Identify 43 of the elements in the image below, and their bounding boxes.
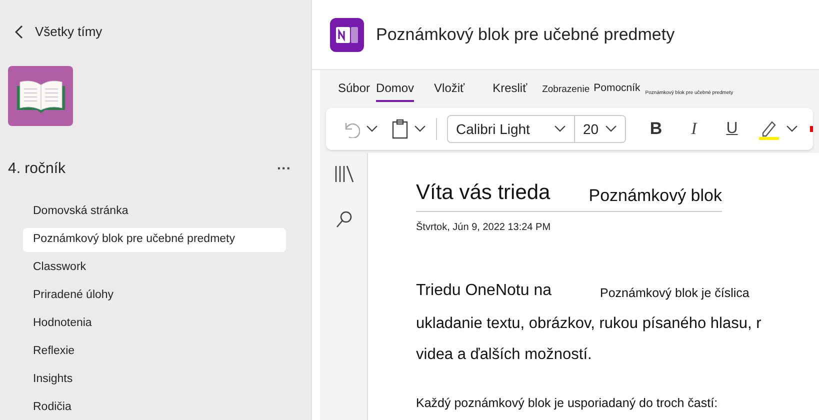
nav-item[interactable]: Priradené úlohy [23, 284, 286, 308]
chevron-down-icon [554, 125, 566, 133]
body-text: Poznámkový blok je číslica [600, 284, 750, 302]
more-button[interactable]: ··· [277, 158, 291, 180]
chevron-down-icon [605, 125, 617, 133]
notebook-app-icon [330, 18, 364, 52]
chevron-down-icon[interactable] [366, 125, 378, 133]
nav-item[interactable]: Domovská stránka [23, 200, 286, 224]
team-name: 4. ročník [8, 158, 66, 178]
nav-item[interactable]: Insights [23, 368, 286, 392]
page-title: Poznámkový blok [588, 185, 722, 207]
ribbon-tab[interactable]: Súbor [338, 79, 370, 102]
library-icon[interactable] [334, 165, 354, 183]
nav-item[interactable]: Hodnotenia [23, 312, 286, 336]
notebook-title: Poznámkový blok pre učebné predmety [376, 24, 675, 46]
body-text: videa a ďalších možností. [416, 344, 593, 365]
nav-item[interactable]: Reflexie [23, 340, 286, 364]
nav-item[interactable]: Poznámkový blok pre učebné predmety [23, 228, 286, 252]
nav-item[interactable]: Rodičia [23, 396, 286, 420]
font-color-icon[interactable] [810, 126, 813, 132]
page-date: Štvrtok, Jún 9, 2022 13:24 PM [416, 220, 552, 234]
body-text: Každý poznámkový blok je usporiadaný do troch častí: [416, 395, 719, 412]
body-text: ukladanie textu, obrázkov, rukou písaného hlasu, r [416, 314, 762, 334]
ribbon-tab[interactable]: Kresliť [492, 79, 528, 102]
clipboard-icon[interactable] [392, 119, 408, 139]
page-title: Víta vás trieda [416, 180, 552, 206]
nav-item[interactable]: Classwork [23, 256, 286, 280]
font-dropdown[interactable]: Calibri Light [447, 115, 575, 143]
italic-button[interactable]: I [682, 116, 706, 142]
book-icon [14, 78, 66, 114]
body-text: Triedu OneNotu na [416, 280, 552, 300]
ribbon-tab[interactable]: Pomocník [594, 81, 640, 102]
size-dropdown[interactable]: 20 [575, 115, 626, 143]
chevron-down-icon[interactable] [786, 125, 798, 133]
back-link[interactable]: Všetky tímy [35, 22, 102, 42]
underline-button[interactable]: U [720, 117, 744, 141]
ribbon-tab[interactable]: Vložiť [434, 79, 465, 102]
back-icon[interactable] [15, 24, 23, 39]
ribbon-tab[interactable]: Zobrazenie [542, 82, 590, 102]
search-icon[interactable] [336, 211, 352, 229]
bold-button[interactable]: B [644, 116, 668, 142]
chevron-down-icon[interactable] [414, 125, 426, 133]
ribbon-tab[interactable]: Domov [376, 79, 414, 102]
